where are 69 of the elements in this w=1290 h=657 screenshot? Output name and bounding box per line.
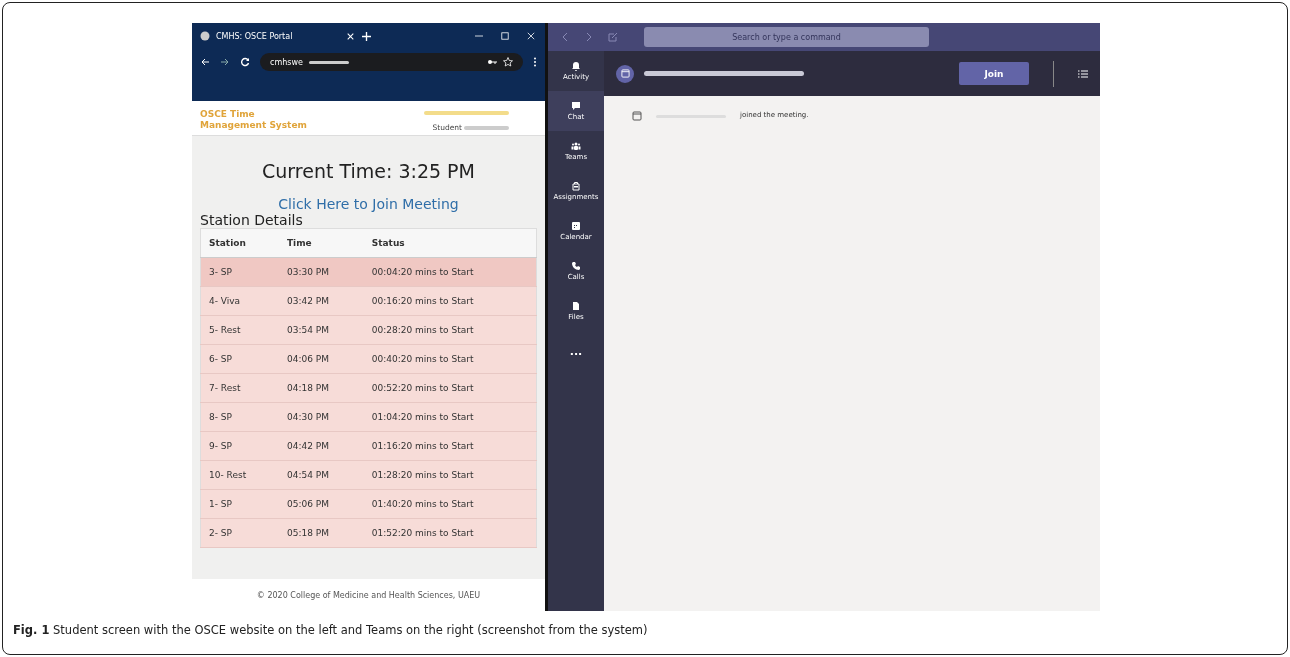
table-cell: 03:42 PM	[278, 286, 364, 316]
table-cell: 1- SP	[200, 489, 279, 519]
bell-icon	[571, 61, 581, 71]
address-bar[interactable]: cmhswe	[260, 53, 523, 71]
maximize-icon	[501, 32, 509, 40]
column-header: Time	[278, 228, 364, 258]
redaction-mark	[464, 125, 509, 130]
table-cell: 01:52:20 mins to Start	[363, 518, 537, 548]
column-header: Status	[363, 228, 537, 258]
people-icon	[571, 141, 581, 151]
reload-icon	[240, 57, 250, 67]
table-cell: 8- SP	[200, 402, 279, 432]
list-icon	[1078, 68, 1088, 79]
table-cell: 04:42 PM	[278, 431, 364, 461]
rail-item[interactable]: ...	[548, 331, 604, 371]
column-header: Station	[200, 228, 279, 258]
menu-dots-icon	[533, 57, 537, 67]
chat-icon	[571, 101, 581, 111]
file-icon	[571, 301, 581, 311]
table-cell: 01:04:20 mins to Start	[363, 402, 537, 432]
phone-icon	[571, 261, 581, 271]
table-cell: 3- SP	[200, 257, 279, 287]
minimize-icon	[475, 32, 483, 40]
table-cell: 03:54 PM	[278, 315, 364, 345]
table-cell: 04:30 PM	[278, 402, 364, 432]
table-cell: 2- SP	[200, 518, 279, 548]
table-cell: 01:28:20 mins to Start	[363, 460, 537, 490]
plus-icon	[362, 31, 371, 41]
join-button[interactable]: Join	[959, 62, 1029, 85]
redaction-mark	[308, 60, 349, 64]
calendar-icon	[632, 111, 642, 121]
table-cell: 00:40:20 mins to Start	[363, 344, 537, 374]
join-meeting-link[interactable]: Click Here to Join Meeting	[278, 196, 459, 212]
table-cell: 05:18 PM	[278, 518, 364, 548]
forward-arrow-icon	[220, 57, 230, 67]
section-title: Station Details	[200, 212, 303, 228]
table-cell: 00:28:20 mins to Start	[363, 315, 537, 345]
table-cell: 04:54 PM	[278, 460, 364, 490]
footer-text: © 2020 College of Medicine and Health Sciences, UAEU	[256, 590, 481, 600]
star-icon	[503, 57, 513, 67]
close-icon	[527, 32, 535, 40]
compose-icon	[608, 32, 618, 42]
figure-caption: Fig. 1 Student screen with the OSCE website on the left and Teams on the right (screenshot from the system)	[12, 622, 649, 637]
table-cell: 4- Viva	[200, 286, 279, 316]
back-arrow-icon	[200, 57, 210, 67]
table-cell: 03:30 PM	[278, 257, 364, 287]
table-cell: 00:04:20 mins to Start	[363, 257, 537, 287]
tab-title: CMHS: OSCE Portal	[216, 31, 294, 41]
close-icon	[347, 32, 354, 40]
calendar-icon	[620, 69, 630, 78]
table-cell: 10- Rest	[200, 460, 279, 490]
search-field[interactable]: Search or type a command	[644, 27, 929, 47]
url-text: cmhswe	[270, 57, 303, 67]
calendar-icon	[571, 221, 581, 231]
site-logo: OSCE Time Management System	[200, 108, 307, 132]
backpack-icon	[571, 181, 581, 191]
table-cell: 5- Rest	[200, 315, 279, 345]
table-cell: 01:16:20 mins to Start	[363, 431, 537, 461]
current-time: Current Time: 3:25 PM	[262, 160, 475, 182]
table-cell: 01:40:20 mins to Start	[363, 489, 537, 519]
table-cell: 9- SP	[200, 431, 279, 461]
table-cell: 04:06 PM	[278, 344, 364, 374]
table-cell: 05:06 PM	[278, 489, 364, 519]
table-cell: 00:16:20 mins to Start	[363, 286, 537, 316]
table-cell: 6- SP	[200, 344, 279, 374]
table-cell: 00:52:20 mins to Start	[363, 373, 537, 403]
table-cell: 7- Rest	[200, 373, 279, 403]
table-cell: 04:18 PM	[278, 373, 364, 403]
key-icon	[487, 57, 497, 67]
